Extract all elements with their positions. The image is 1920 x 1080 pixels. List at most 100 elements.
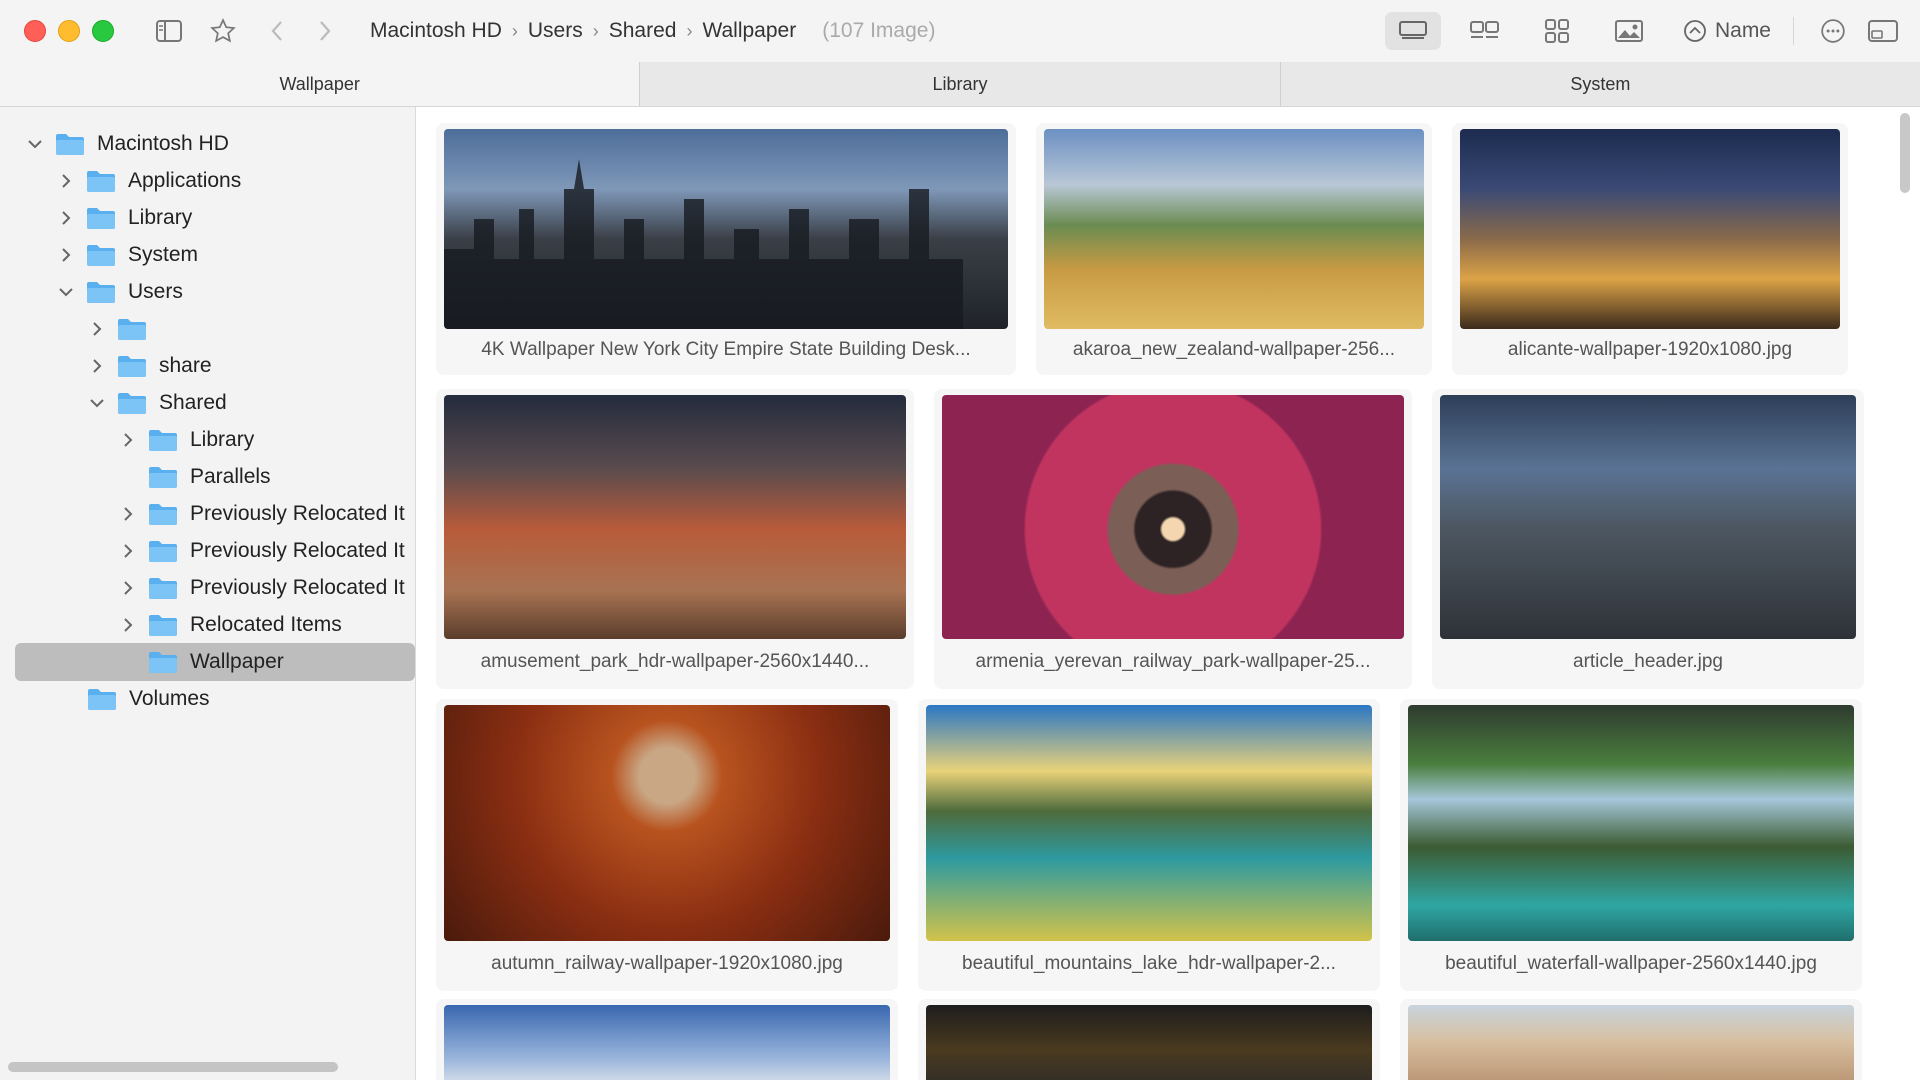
chevron-right-icon[interactable]: [118, 578, 138, 598]
sidebar-horizontal-scrollbar[interactable]: [8, 1062, 338, 1072]
image-card[interactable]: beautiful_mountains_lake_hdr-wallpaper-2…: [918, 699, 1380, 991]
image-card[interactable]: beautiful_waterfall-wallpaper-2560x1440.…: [1400, 699, 1862, 991]
image-browser-window: Macintosh HD › Users › Shared › Wallpape…: [0, 0, 1920, 1080]
sidebar-item-shared[interactable]: Shared: [15, 384, 415, 422]
folder-icon: [149, 541, 177, 562]
thumbnail-image[interactable]: [444, 395, 906, 639]
sidebar-item-previously-relocated-1[interactable]: Previously Relocated It: [15, 495, 415, 533]
breadcrumb-item[interactable]: Shared: [609, 19, 677, 43]
sidebar-item-applications[interactable]: Applications: [15, 162, 415, 200]
sidebar-item-shared-library[interactable]: Library: [15, 421, 415, 459]
thumbnail-image[interactable]: [926, 1005, 1372, 1080]
chevron-down-icon[interactable]: [25, 134, 45, 154]
thumbnail-image[interactable]: [444, 1005, 890, 1080]
sidebar-item-relocated-items[interactable]: Relocated Items: [15, 606, 415, 644]
chevron-right-icon[interactable]: [56, 245, 76, 265]
chevron-right-icon[interactable]: [87, 356, 107, 376]
chevron-down-icon[interactable]: [56, 282, 76, 302]
image-caption: amusement_park_hdr-wallpaper-2560x1440..…: [480, 651, 870, 672]
thumbnail-image[interactable]: [1460, 129, 1840, 329]
breadcrumb: Macintosh HD › Users › Shared › Wallpape…: [370, 19, 935, 43]
sidebar-item-label: Library: [128, 206, 193, 229]
more-options-icon[interactable]: [1816, 14, 1850, 48]
tab-library[interactable]: Library: [639, 62, 1280, 106]
city-skyline-art: [444, 159, 963, 329]
thumbnail-image[interactable]: [1408, 1005, 1854, 1080]
sort-label: Name: [1714, 19, 1771, 42]
window-controls: [24, 20, 114, 42]
image-caption: beautiful_mountains_lake_hdr-wallpaper-2…: [962, 953, 1336, 974]
folder-icon: [149, 504, 177, 525]
image-card[interactable]: amusement_park_hdr-wallpaper-2560x1440..…: [436, 389, 914, 689]
grid-vertical-scrollbar[interactable]: [1900, 113, 1910, 193]
large-view-button[interactable]: [1384, 12, 1441, 50]
folder-icon: [149, 430, 177, 451]
sidebar-item-parallels[interactable]: Parallels: [15, 458, 415, 496]
image-card[interactable]: alicante-wallpaper-1920x1080.jpg: [1452, 123, 1848, 375]
sidebar-item-volumes[interactable]: Volumes: [15, 680, 415, 718]
folder-icon: [87, 245, 115, 266]
image-card[interactable]: article_header.jpg: [1432, 389, 1864, 689]
chevron-right-icon[interactable]: [118, 504, 138, 524]
chevron-right-icon[interactable]: [118, 615, 138, 635]
chevron-right-icon[interactable]: [56, 208, 76, 228]
chevron-right-icon[interactable]: [118, 430, 138, 450]
image-card[interactable]: [918, 999, 1380, 1080]
chevron-right-icon[interactable]: [87, 319, 107, 339]
breadcrumb-item[interactable]: Wallpaper: [702, 19, 796, 43]
folder-icon: [118, 319, 146, 340]
image-card[interactable]: [1400, 999, 1862, 1080]
back-chevron-icon[interactable]: [260, 14, 294, 48]
sidebar-item-unnamed-folder[interactable]: [15, 310, 415, 348]
favorite-star-icon[interactable]: [206, 14, 240, 48]
chevron-right-icon[interactable]: [56, 171, 76, 191]
sidebar-item-label: Macintosh HD: [97, 132, 229, 155]
split-view-button[interactable]: [1457, 12, 1513, 50]
breadcrumb-separator-icon: ›: [592, 20, 599, 41]
forward-chevron-icon[interactable]: [308, 14, 342, 48]
image-grid: 4K Wallpaper New York City Empire State …: [416, 107, 1920, 1080]
minimize-window-button[interactable]: [58, 20, 80, 42]
sidebar-item-library[interactable]: Library: [15, 199, 415, 237]
sidebar-item-previously-relocated-2[interactable]: Previously Relocated It: [15, 532, 415, 570]
sidebar-toggle-icon[interactable]: [152, 14, 186, 48]
breadcrumb-item[interactable]: Macintosh HD: [370, 19, 502, 43]
image-caption: akaroa_new_zealand-wallpaper-256...: [1072, 339, 1396, 360]
image-card[interactable]: autumn_railway-wallpaper-1920x1080.jpg: [436, 699, 898, 991]
thumbnail-image[interactable]: [942, 395, 1404, 639]
tab-system[interactable]: System: [1279, 62, 1920, 106]
thumbnail-image[interactable]: [444, 705, 890, 941]
folder-icon: [149, 467, 177, 488]
sidebar-item-previously-relocated-3[interactable]: Previously Relocated It: [15, 569, 415, 607]
sidebar-item-label: Wallpaper: [190, 650, 284, 673]
image-card[interactable]: akaroa_new_zealand-wallpaper-256...: [1036, 123, 1432, 375]
thumbnail-image[interactable]: [926, 705, 1372, 941]
sidebar-item-macintosh-hd[interactable]: Macintosh HD: [15, 125, 415, 163]
close-window-button[interactable]: [24, 20, 46, 42]
image-view-button[interactable]: [1601, 12, 1657, 50]
breadcrumb-separator-icon: ›: [511, 20, 518, 41]
sidebar-item-system[interactable]: System: [15, 236, 415, 274]
sidebar-item-users[interactable]: Users: [15, 273, 415, 311]
folder-icon: [118, 356, 146, 377]
thumbnail-image[interactable]: [444, 129, 1008, 329]
breadcrumb-item[interactable]: Users: [528, 19, 583, 43]
thumbnail-image[interactable]: [1408, 705, 1854, 941]
sidebar-item-share[interactable]: share: [15, 347, 415, 385]
tab-bar: Wallpaper Library System: [0, 62, 1920, 107]
thumbnail-image[interactable]: [1044, 129, 1424, 329]
zoom-window-button[interactable]: [92, 20, 114, 42]
photo-icon: [1614, 20, 1643, 42]
grid-view-button[interactable]: [1529, 12, 1585, 50]
image-card[interactable]: [436, 999, 898, 1080]
chevron-down-icon[interactable]: [87, 393, 107, 413]
image-card[interactable]: armenia_yerevan_railway_park-wallpaper-2…: [934, 389, 1412, 689]
sort-button[interactable]: Name: [1683, 19, 1771, 43]
thumbnail-image[interactable]: [1440, 395, 1856, 639]
inspector-panel-icon[interactable]: [1866, 14, 1900, 48]
image-card[interactable]: 4K Wallpaper New York City Empire State …: [436, 123, 1016, 375]
sidebar-item-wallpaper[interactable]: Wallpaper: [15, 643, 415, 681]
image-caption: armenia_yerevan_railway_park-wallpaper-2…: [975, 651, 1371, 672]
tab-wallpaper[interactable]: Wallpaper: [0, 62, 640, 106]
chevron-right-icon[interactable]: [118, 541, 138, 561]
